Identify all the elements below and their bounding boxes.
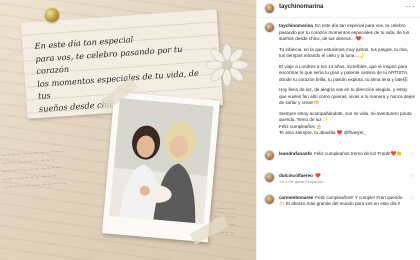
post-sidebar: taychinomarina ··· taychinomarina En este… [256,0,420,260]
comment-meta[interactable]: 1 h 1 Me gusta Responder [279,180,324,184]
background-scribble: ~~~~ ~~~ ~~~~~ ~~~ ~~~~ ~~~ ~~~~~ ~~ ~~~… [0,147,68,192]
caption-paragraph: Hoy lleno de luz, de alegría vas en tu d… [279,87,415,105]
caption-paragraph: Tu infancia, en la que estuvimos muy jun… [279,46,409,59]
post-header: taychinomarina ··· [257,0,420,18]
flower-icon [206,44,248,86]
family-photo [109,98,214,224]
comment-text: Feliz cumpleaños tremo de luz Franti!❤️👏 [313,151,402,156]
like-heart-icon[interactable]: ♡ [410,152,414,158]
avatar[interactable] [264,22,275,33]
comment-text: ❤️ [314,173,321,178]
avatar[interactable] [264,172,275,183]
avatar[interactable] [264,3,275,14]
comment-username[interactable]: dulcincolfaereo [279,173,313,178]
like-heart-icon[interactable]: ♡ [410,196,414,202]
instagram-post: ~~~~ ~~~ ~~~~~ ~~~ ~~~~ ~~~ ~~~~~ ~~ ~~~… [0,0,420,260]
polaroid-photo [102,91,220,243]
avatar[interactable] [264,194,275,205]
pushpin-icon [45,8,59,22]
avatar[interactable] [264,150,275,161]
caption-paragraph: Siempre estoy acompañándote, sos mi vida… [279,110,412,136]
more-options-icon[interactable]: ··· [406,2,416,11]
caption-username[interactable]: taychinomarina [279,23,313,28]
comment-username[interactable]: carmenbonaree [279,195,313,200]
author-username[interactable]: taychinomarina [279,4,323,10]
comment-username[interactable]: leandrafananfo [279,151,312,156]
caption-paragraph: El viaje a Londres a tus 14 años, increí… [279,63,409,82]
post-image[interactable]: ~~~~ ~~~ ~~~~~ ~~~ ~~~~ ~~~ ~~~~~ ~~ ~~~… [0,0,256,260]
like-heart-icon[interactable]: ♡ [410,174,414,180]
photo-scene [109,98,214,224]
post-caption: taychinomarina En este día tan especial p… [257,20,420,154]
